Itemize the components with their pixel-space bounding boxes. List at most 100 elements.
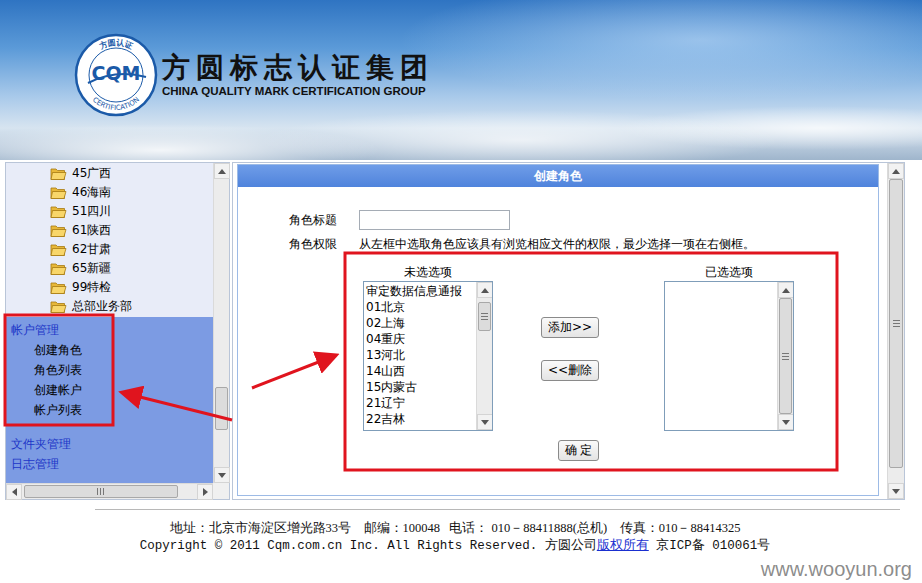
menu-item[interactable]: 角色列表 bbox=[11, 360, 208, 380]
page: 方圆认证CERTIFICATIONCQM方圆标志认证集团CHINA QUALIT… bbox=[0, 0, 922, 583]
brand: 方圆标志认证集团CHINA QUALITY MARK CERTIFICATION… bbox=[162, 53, 434, 98]
highlight-box bbox=[5, 315, 113, 425]
scroll-up-button[interactable] bbox=[778, 282, 794, 298]
scroll-thumb[interactable] bbox=[478, 302, 491, 331]
scroll-track[interactable] bbox=[477, 298, 492, 414]
tree-item[interactable]: 65新疆 bbox=[50, 259, 213, 278]
scroll-down-button[interactable] bbox=[778, 414, 794, 430]
list-option[interactable]: 审定数据信息通报 bbox=[366, 283, 474, 299]
list-option[interactable]: 14山西 bbox=[366, 363, 474, 379]
annotation-layer bbox=[0, 0, 922, 583]
content-area: 创建角色角色标题角色权限从左框中选取角色应该具有浏览相应文件的权限，最少选择一项… bbox=[233, 163, 887, 499]
svg-text:方圆认证: 方圆认证 bbox=[97, 38, 135, 51]
selected-list[interactable] bbox=[664, 281, 794, 431]
tree-item[interactable]: 62甘肃 bbox=[50, 240, 213, 259]
list-option[interactable]: 02上海 bbox=[366, 315, 474, 331]
menu-item[interactable]: 创建角色 bbox=[11, 340, 208, 360]
scroll-thumb[interactable] bbox=[779, 298, 792, 414]
scroll-track[interactable] bbox=[888, 179, 904, 483]
panel-title: 创建角色 bbox=[238, 165, 878, 187]
list-scrollbar[interactable] bbox=[777, 282, 793, 430]
scroll-up-button[interactable] bbox=[888, 163, 904, 179]
form-row: 角色标题 bbox=[289, 210, 878, 230]
arrow-up-icon bbox=[892, 169, 900, 174]
form-row: 角色权限从左框中选取角色应该具有浏览相应文件的权限，最少选择一项在右侧框。 bbox=[289, 236, 878, 253]
horizontal-scrollbar[interactable] bbox=[6, 483, 213, 499]
transfer-buttons: 添加>> <<删除 bbox=[493, 281, 664, 431]
submit-button[interactable]: 确 定 bbox=[558, 440, 600, 461]
menu-header[interactable]: 帐户管理 bbox=[11, 320, 208, 340]
folder-tree: 45广西46海南51四川61陕西62甘肃65新疆99特检总部业务部 bbox=[6, 163, 213, 317]
scroll-corner bbox=[213, 483, 229, 499]
list-caption: 未选选项 bbox=[363, 264, 493, 281]
scroll-down-button[interactable] bbox=[888, 483, 904, 499]
scroll-thumb[interactable] bbox=[889, 179, 903, 468]
list-option[interactable]: 22吉林 bbox=[366, 411, 474, 427]
available-list[interactable]: 审定数据信息通报01北京02上海04重庆13河北14山西15内蒙古21辽宁22吉… bbox=[363, 281, 493, 431]
scroll-right-button[interactable] bbox=[197, 484, 213, 500]
create-role-panel: 创建角色角色标题角色权限从左框中选取角色应该具有浏览相应文件的权限，最少选择一项… bbox=[237, 164, 879, 496]
scroll-up-button[interactable] bbox=[477, 282, 493, 298]
sidebar-scrollbar[interactable] bbox=[213, 163, 229, 483]
arrow-down-icon bbox=[892, 489, 900, 494]
menu-header[interactable]: 文件夹管理 bbox=[11, 434, 208, 454]
tree-label: 总部业务部 bbox=[72, 298, 132, 315]
list-option[interactable]: 04重庆 bbox=[366, 331, 474, 347]
tree-item[interactable]: 51四川 bbox=[50, 202, 213, 221]
list-option[interactable]: 15内蒙古 bbox=[366, 379, 474, 395]
tree-item[interactable]: 总部业务部 bbox=[50, 297, 213, 316]
header-banner: 方圆认证CERTIFICATIONCQM方圆标志认证集团CHINA QUALIT… bbox=[0, 0, 922, 160]
spacer bbox=[493, 263, 664, 281]
sidebar-content: 45广西46海南51四川61陕西62甘肃65新疆99特检总部业务部帐户管理创建角… bbox=[6, 163, 213, 483]
folder-icon bbox=[50, 300, 67, 314]
tree-item[interactable]: 45广西 bbox=[50, 164, 213, 183]
folder-icon bbox=[50, 205, 67, 219]
menu-item[interactable]: 帐户列表 bbox=[11, 400, 208, 420]
add-button[interactable]: 添加>> bbox=[541, 317, 599, 338]
content-scrollbar[interactable] bbox=[887, 163, 904, 499]
list-option[interactable]: 13河北 bbox=[366, 347, 474, 363]
content-frame: 创建角色角色标题角色权限从左框中选取角色应该具有浏览相应文件的权限，最少选择一项… bbox=[232, 162, 905, 500]
folder-icon bbox=[50, 186, 67, 200]
scroll-thumb[interactable] bbox=[215, 387, 228, 430]
scroll-down-button[interactable] bbox=[214, 467, 230, 483]
copyright-link[interactable]: 版权所有 bbox=[597, 539, 649, 553]
grip-icon bbox=[97, 488, 104, 495]
folder-icon bbox=[50, 243, 67, 257]
permission-hint: 从左框中选取角色应该具有浏览相应文件的权限，最少选择一项在右侧框。 bbox=[359, 236, 755, 253]
scroll-left-button[interactable] bbox=[6, 484, 22, 500]
scroll-up-button[interactable] bbox=[214, 163, 230, 179]
tree-label: 62甘肃 bbox=[72, 241, 111, 258]
scroll-track[interactable] bbox=[778, 298, 793, 414]
arrow-right-icon bbox=[203, 488, 208, 496]
menu-group: 帐户管理创建角色角色列表创建帐户帐户列表 bbox=[11, 320, 208, 420]
scroll-track[interactable] bbox=[22, 484, 197, 499]
remove-button[interactable]: <<删除 bbox=[541, 360, 599, 381]
brand-title: 方圆标志认证集团 bbox=[162, 53, 434, 84]
list-option[interactable]: 21辽宁 bbox=[366, 395, 474, 411]
arrow-up-icon bbox=[481, 288, 489, 293]
folder-icon bbox=[50, 224, 67, 238]
footer-divider bbox=[95, 509, 900, 510]
tree-item[interactable]: 46海南 bbox=[50, 183, 213, 202]
sidebar: 45广西46海南51四川61陕西62甘肃65新疆99特检总部业务部帐户管理创建角… bbox=[5, 162, 230, 500]
scroll-down-button[interactable] bbox=[477, 414, 493, 430]
list-option[interactable]: 01北京 bbox=[366, 299, 474, 315]
menu-header[interactable]: 日志管理 bbox=[11, 454, 208, 474]
menu-group: 日志管理 bbox=[11, 454, 208, 474]
tree-item[interactable]: 61陕西 bbox=[50, 221, 213, 240]
watermark: www.wooyun.org bbox=[761, 558, 912, 580]
list-items bbox=[665, 282, 777, 430]
scroll-thumb[interactable] bbox=[24, 485, 178, 498]
grip-icon bbox=[782, 353, 789, 360]
role-title-input[interactable] bbox=[359, 210, 510, 230]
list-scrollbar[interactable] bbox=[476, 282, 492, 430]
tree-item[interactable]: 99特检 bbox=[50, 278, 213, 297]
menu-item[interactable]: 创建帐户 bbox=[11, 380, 208, 400]
arrow-up-icon bbox=[218, 169, 226, 174]
menu-area: 帐户管理创建角色角色列表创建帐户帐户列表文件夹管理日志管理 bbox=[6, 317, 213, 483]
menu-group: 文件夹管理 bbox=[11, 434, 208, 454]
scroll-track[interactable] bbox=[214, 179, 229, 467]
footer-copyright: Copyright © 2011 Cqm.com.cn Inc. All Rig… bbox=[140, 537, 771, 555]
arrow-up-icon bbox=[782, 288, 790, 293]
